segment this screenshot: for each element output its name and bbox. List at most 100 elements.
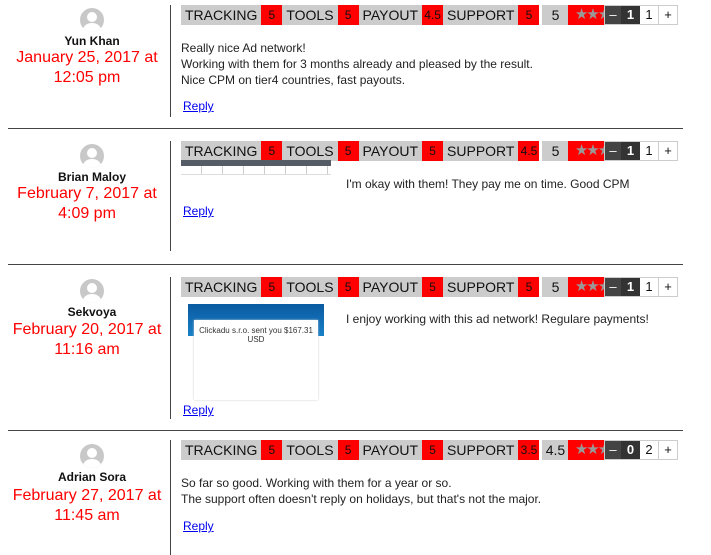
avatar bbox=[80, 144, 104, 168]
rating-value-payout: 5 bbox=[422, 277, 444, 297]
author-name: Sekvoya bbox=[67, 305, 117, 319]
rating-value-tools: 5 bbox=[337, 141, 359, 161]
vote-total: 2 bbox=[640, 441, 658, 459]
rating-value-support: 5 bbox=[518, 5, 540, 25]
rating-label-tracking: TRACKING bbox=[181, 5, 262, 25]
vote-up-button[interactable]: + bbox=[658, 6, 677, 24]
rating-label-support: SUPPORT bbox=[443, 5, 519, 25]
reply-link[interactable]: Reply bbox=[183, 403, 214, 417]
comment-line: The support often doesn't reply on holid… bbox=[181, 492, 542, 506]
vote-down-button[interactable]: – bbox=[605, 278, 621, 296]
divider bbox=[170, 277, 171, 419]
average-rating: 5 bbox=[542, 277, 569, 297]
rating-value-tools: 5 bbox=[337, 440, 359, 460]
rating-label-support: SUPPORT bbox=[443, 277, 519, 297]
comment-text: I enjoy working with this ad network! Re… bbox=[346, 311, 649, 327]
vote-score: 1 bbox=[621, 278, 640, 296]
divider bbox=[8, 128, 683, 129]
average-rating: 5 bbox=[542, 5, 569, 25]
vote-score: 0 bbox=[621, 441, 640, 459]
comment-line: Nice CPM on tier4 countries, fast payout… bbox=[181, 73, 406, 87]
comment-text: So far so good. Working with them for a … bbox=[181, 475, 541, 507]
rating-value-payout: 5 bbox=[422, 141, 444, 161]
rating-label-payout: PAYOUT bbox=[358, 440, 423, 460]
rating-label-support: SUPPORT bbox=[443, 141, 519, 161]
vote-up-button[interactable]: + bbox=[658, 278, 677, 296]
comment-text: I'm okay with them! They pay me on time.… bbox=[346, 176, 630, 192]
rating-value-payout: 4.5 bbox=[422, 5, 444, 25]
divider bbox=[8, 430, 683, 431]
vote-down-button[interactable]: – bbox=[605, 142, 621, 160]
rating-label-support: SUPPORT bbox=[443, 440, 519, 460]
divider bbox=[8, 264, 683, 265]
vote-widget: – 1 1 + bbox=[604, 277, 678, 297]
vote-score: 1 bbox=[621, 6, 640, 24]
comment-date[interactable]: January 25, 2017 at 12:05 pm bbox=[10, 48, 164, 88]
vote-total: 1 bbox=[640, 278, 658, 296]
rating-value-tracking: 5 bbox=[261, 5, 283, 25]
rating-label-payout: PAYOUT bbox=[358, 277, 423, 297]
comment-line: Working with them for 3 months already a… bbox=[181, 57, 533, 71]
vote-widget: – 1 1 + bbox=[604, 5, 678, 25]
divider bbox=[170, 141, 171, 251]
vote-up-button[interactable]: + bbox=[658, 142, 677, 160]
divider bbox=[170, 5, 171, 117]
vote-score: 1 bbox=[621, 142, 640, 160]
rating-label-tools: TOOLS bbox=[282, 277, 338, 297]
rating-bar: TRACKING 5 TOOLS 5 PAYOUT 5 SUPPORT 5 5 ★★★★★ bbox=[181, 277, 639, 297]
rating-label-tracking: TRACKING bbox=[181, 141, 262, 161]
comment: Brian Maloy February 7, 2017 at 4:09 pm TR… bbox=[0, 128, 711, 264]
rating-bar: TRACKING 5 TOOLS 5 PAYOUT 5 SUPPORT 4.5 5 ★★★★★ bbox=[181, 141, 639, 161]
rating-label-tools: TOOLS bbox=[282, 141, 338, 161]
payment-screenshot-image[interactable]: Clickadu s.r.o. sent you $167.31 USD bbox=[188, 304, 324, 400]
rating-value-support: 4.5 bbox=[518, 141, 540, 161]
image-caption: Clickadu s.r.o. sent you $167.31 USD bbox=[194, 320, 318, 400]
rating-value-tracking: 5 bbox=[261, 277, 283, 297]
author-name: Adrian Sora bbox=[57, 470, 126, 484]
rating-value-tools: 5 bbox=[337, 5, 359, 25]
comment-date[interactable]: February 20, 2017 at 11:16 am bbox=[10, 320, 164, 360]
author-name: Yun Khan bbox=[64, 34, 120, 48]
comment-date[interactable]: February 27, 2017 at 11:45 am bbox=[10, 486, 164, 526]
comment-date[interactable]: February 7, 2017 at 4:09 pm bbox=[10, 184, 164, 224]
vote-widget: – 1 1 + bbox=[604, 141, 678, 161]
comment-line: So far so good. Working with them for a … bbox=[181, 476, 452, 490]
comment-line: I enjoy working with this ad network! Re… bbox=[346, 312, 649, 326]
comment: Sekvoya February 20, 2017 at 11:16 am TRAC… bbox=[0, 264, 711, 430]
avatar bbox=[80, 8, 104, 32]
rating-value-payout: 5 bbox=[422, 440, 444, 460]
comment-line: I'm okay with them! They pay me on time.… bbox=[346, 177, 630, 191]
vote-down-button[interactable]: – bbox=[605, 441, 621, 459]
author-name: Brian Maloy bbox=[57, 170, 126, 184]
comment: Yun Khan January 25, 2017 at 12:05 pm TRAC… bbox=[0, 0, 711, 128]
rating-value-tracking: 5 bbox=[261, 440, 283, 460]
rating-label-tools: TOOLS bbox=[282, 440, 338, 460]
vote-down-button[interactable]: – bbox=[605, 6, 621, 24]
avatar bbox=[80, 279, 104, 303]
reply-link[interactable]: Reply bbox=[183, 204, 214, 218]
divider bbox=[170, 440, 171, 555]
vote-up-button[interactable]: + bbox=[658, 441, 677, 459]
average-rating: 5 bbox=[542, 141, 569, 161]
vote-widget: – 0 2 + bbox=[604, 440, 678, 460]
rating-value-support: 5 bbox=[518, 277, 540, 297]
rating-label-tools: TOOLS bbox=[282, 5, 338, 25]
vote-total: 1 bbox=[640, 142, 658, 160]
reply-link[interactable]: Reply bbox=[183, 99, 214, 113]
comment-text: Really nice Ad network! Working with them… bbox=[181, 40, 533, 88]
rating-value-support: 3.5 bbox=[518, 440, 540, 460]
avatar bbox=[80, 444, 104, 468]
screenshot-image[interactable] bbox=[181, 160, 331, 177]
rating-label-tracking: TRACKING bbox=[181, 440, 262, 460]
comment-line: Really nice Ad network! bbox=[181, 41, 306, 55]
rating-label-payout: PAYOUT bbox=[358, 141, 423, 161]
rating-label-tracking: TRACKING bbox=[181, 277, 262, 297]
rating-value-tracking: 5 bbox=[261, 141, 283, 161]
rating-value-tools: 5 bbox=[337, 277, 359, 297]
rating-bar: TRACKING5TOOLS5PAYOUT5SUPPORT3.54.5★★★★☆ bbox=[181, 440, 639, 460]
rating-label-payout: PAYOUT bbox=[358, 5, 423, 25]
comment: Adrian Sora February 27, 2017 at 11:45 am… bbox=[0, 430, 711, 555]
vote-total: 1 bbox=[640, 6, 658, 24]
average-rating: 4.5 bbox=[542, 440, 569, 460]
reply-link[interactable]: Reply bbox=[183, 519, 214, 533]
